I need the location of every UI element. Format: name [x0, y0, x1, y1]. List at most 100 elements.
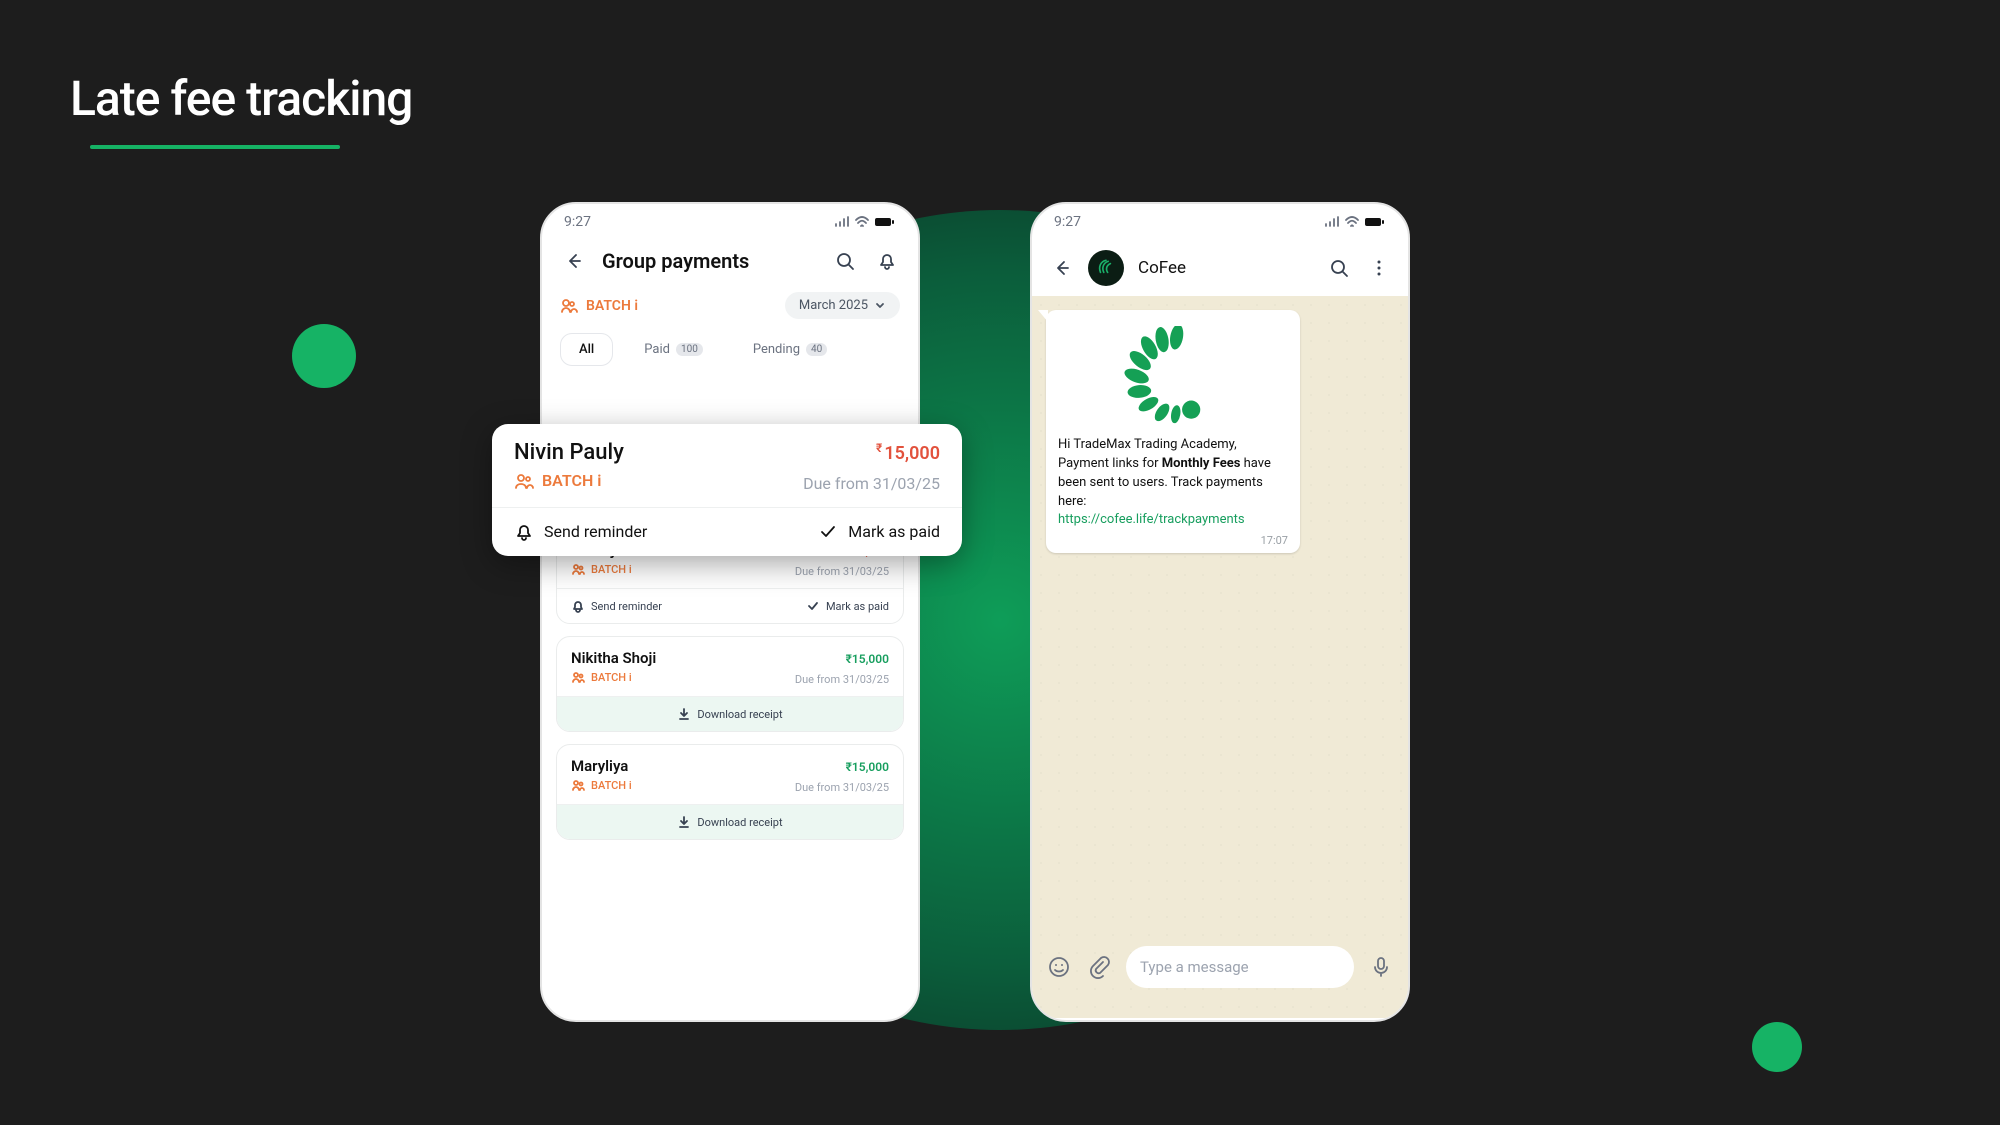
batch-row: BATCH i March 2025 [542, 288, 918, 333]
due-text: Due from 31/03/25 [795, 565, 889, 578]
avatar[interactable] [1088, 250, 1124, 286]
status-bar: 9:27 [1032, 204, 1408, 240]
slide-title: Late fee tracking [70, 70, 412, 127]
tab-paid-count: 100 [676, 343, 703, 356]
tab-pending-label: Pending [753, 342, 800, 357]
back-button[interactable] [560, 248, 586, 274]
send-reminder-button[interactable]: Send reminder [514, 522, 647, 542]
payer-batch-label: BATCH i [591, 671, 632, 684]
payer-name: Nikitha Shoji [571, 649, 656, 667]
month-label: March 2025 [799, 298, 868, 313]
download-icon [677, 815, 691, 829]
chat-message[interactable]: Hi TradeMax Trading Academy, Payment lin… [1046, 310, 1300, 553]
due-text: Due from 31/03/25 [795, 781, 889, 794]
message-input[interactable]: Type a message [1126, 946, 1354, 988]
payer-batch-label: BATCH i [591, 779, 632, 792]
people-icon [571, 672, 585, 683]
arrow-left-icon [563, 251, 583, 271]
search-icon [1329, 258, 1349, 278]
wifi-icon [1344, 216, 1360, 228]
mic-button[interactable] [1368, 954, 1394, 980]
payer-batch: BATCH i [571, 671, 632, 684]
payer-name: Nivin Pauly [514, 440, 624, 465]
bg-dot-1 [292, 324, 356, 388]
tab-paid[interactable]: Paid 100 [625, 333, 722, 366]
send-reminder-label: Send reminder [544, 522, 647, 541]
signal-icon [1324, 216, 1340, 228]
payment-card-expanded[interactable]: Nivin Pauly ₹15,000 BATCH i Due from 31/… [492, 424, 962, 556]
mark-as-paid-label: Mark as paid [826, 600, 889, 613]
send-reminder-button[interactable]: Send reminder [571, 599, 662, 613]
month-selector[interactable]: March 2025 [785, 292, 900, 319]
slide-heading: Late fee tracking [70, 70, 412, 149]
filter-tabs: All Paid 100 Pending 40 [542, 333, 918, 380]
download-receipt-label: Download receipt [697, 816, 782, 829]
more-button[interactable] [1366, 255, 1392, 281]
bell-icon [877, 251, 897, 271]
download-icon [677, 707, 691, 721]
search-button[interactable] [832, 248, 858, 274]
download-receipt-button[interactable]: Download receipt [677, 707, 782, 721]
mark-as-paid-button[interactable]: Mark as paid [818, 522, 940, 542]
payment-card[interactable]: Maryliya ₹15,000 BATCH i Due from 31/03/… [556, 744, 904, 840]
status-time: 9:27 [564, 214, 591, 230]
status-icons [1324, 216, 1386, 228]
tab-all[interactable]: All [560, 333, 613, 366]
mic-icon [1369, 955, 1393, 979]
due-text: Due from 31/03/25 [795, 673, 889, 686]
amount-paid: ₹15,000 [846, 760, 889, 774]
heading-underline [90, 145, 340, 149]
mark-as-paid-button[interactable]: Mark as paid [806, 599, 889, 613]
message-logo [1058, 322, 1288, 436]
download-receipt-button[interactable]: Download receipt [677, 815, 782, 829]
paperclip-icon [1087, 955, 1111, 979]
chat-body[interactable]: Hi TradeMax Trading Academy, Payment lin… [1032, 296, 1408, 1018]
more-vertical-icon [1369, 258, 1389, 278]
page-title: Group payments [602, 249, 816, 273]
arrow-left-icon [1051, 258, 1071, 278]
battery-icon [1364, 216, 1386, 228]
cofee-logo-icon [1118, 326, 1228, 426]
payer-batch: BATCH i [571, 779, 632, 792]
smiley-icon [1047, 955, 1071, 979]
download-receipt-label: Download receipt [697, 708, 782, 721]
chat-header: CoFee [1032, 240, 1408, 296]
bell-icon [514, 522, 534, 542]
status-icons [834, 216, 896, 228]
send-reminder-label: Send reminder [591, 600, 662, 613]
amount-value: 15,000 [884, 443, 940, 464]
search-button[interactable] [1326, 255, 1352, 281]
message-text: Hi TradeMax Trading Academy, Payment lin… [1058, 436, 1288, 530]
chevron-down-icon [874, 300, 886, 312]
contact-name: CoFee [1138, 258, 1186, 278]
attach-button[interactable] [1086, 954, 1112, 980]
message-link[interactable]: https://cofee.life/trackpayments [1058, 512, 1245, 527]
payer-batch: BATCH i [571, 563, 632, 576]
chat-input-bar: Type a message [1032, 946, 1408, 988]
payments-list: Neeraj Madhav ₹15,000 BATCH i Due from 3… [542, 528, 918, 840]
bell-icon [571, 599, 585, 613]
people-icon [571, 780, 585, 791]
people-icon [560, 299, 578, 313]
back-button[interactable] [1048, 255, 1074, 281]
payer-batch-label: BATCH i [591, 563, 632, 576]
amount-paid: ₹15,000 [846, 652, 889, 666]
message-text-bold: Monthly Fees [1162, 456, 1241, 471]
payer-batch-label: BATCH i [542, 471, 601, 490]
amount-pending: ₹15,000 [876, 441, 940, 464]
mark-as-paid-label: Mark as paid [848, 522, 940, 541]
cofee-logo-icon [1095, 257, 1117, 279]
people-icon [514, 473, 534, 489]
tab-pending-count: 40 [806, 343, 827, 356]
status-bar: 9:27 [542, 204, 918, 240]
tab-pending[interactable]: Pending 40 [734, 333, 846, 366]
payment-card[interactable]: Nikitha Shoji ₹15,000 BATCH i Due from 3… [556, 636, 904, 732]
status-time: 9:27 [1054, 214, 1081, 230]
tab-paid-label: Paid [644, 342, 670, 357]
bg-dot-2 [1752, 1022, 1802, 1072]
notifications-button[interactable] [874, 248, 900, 274]
emoji-button[interactable] [1046, 954, 1072, 980]
message-time: 17:07 [1058, 534, 1288, 547]
batch-chip[interactable]: BATCH i [560, 298, 638, 314]
battery-icon [874, 216, 896, 228]
